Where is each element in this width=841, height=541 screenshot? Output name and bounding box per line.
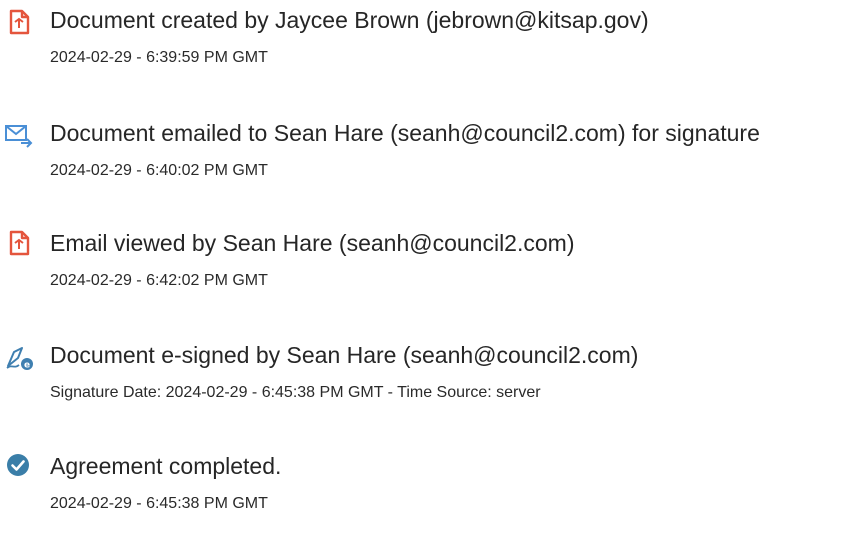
event-timestamp: 2024-02-29 - 6:39:59 PM GMT <box>50 49 268 66</box>
document-icon <box>4 228 34 258</box>
event-title: Agreement completed. <box>50 453 282 479</box>
svg-text:e: e <box>24 361 30 371</box>
event-document-created: Document created by Jaycee Brown (jebrow… <box>0 5 841 95</box>
event-title: Email viewed by Sean Hare (seanh@council… <box>50 230 575 256</box>
event-document-esigned: e Document e-signed by Sean Hare (seanh@… <box>0 340 841 430</box>
email-sent-icon <box>4 120 34 150</box>
event-title: Document e-signed by Sean Hare (seanh@co… <box>50 342 639 368</box>
event-title: Document created by Jaycee Brown (jebrow… <box>50 7 649 33</box>
event-timestamp: Signature Date: 2024-02-29 - 6:45:38 PM … <box>50 384 541 401</box>
check-circle-icon <box>4 451 34 481</box>
event-timestamp: 2024-02-29 - 6:45:38 PM GMT <box>50 495 268 512</box>
signature-pen-icon: e <box>4 342 34 372</box>
event-document-emailed: Document emailed to Sean Hare (seanh@cou… <box>0 118 841 208</box>
event-agreement-completed: Agreement completed. 2024-02-29 - 6:45:3… <box>0 451 841 541</box>
event-title: Document emailed to Sean Hare (seanh@cou… <box>50 120 760 146</box>
event-timestamp: 2024-02-29 - 6:42:02 PM GMT <box>50 272 268 289</box>
event-email-viewed: Email viewed by Sean Hare (seanh@council… <box>0 228 841 318</box>
document-icon <box>4 7 34 37</box>
event-timestamp: 2024-02-29 - 6:40:02 PM GMT <box>50 162 268 179</box>
